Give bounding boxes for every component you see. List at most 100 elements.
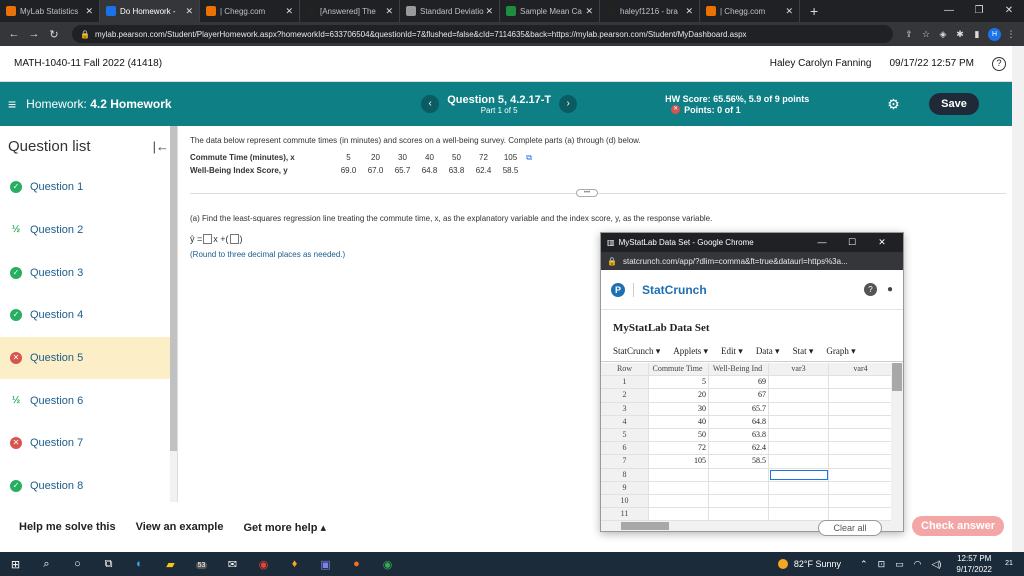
grid-cell[interactable] (829, 389, 893, 402)
help-icon[interactable]: ? (992, 56, 1006, 71)
statcrunch-menu-item[interactable]: Stat ▾ (793, 346, 814, 357)
browser-tab[interactable]: | Chegg.com ✕ (200, 0, 300, 22)
task-view-icon[interactable]: ⧉ (93, 558, 124, 571)
popup-close-icon[interactable]: ✕ (867, 237, 897, 248)
grid-cell[interactable]: 65.7 (709, 402, 769, 415)
grid-cell[interactable] (829, 481, 893, 494)
statcrunch-menu-item[interactable]: Data ▾ (756, 346, 780, 357)
file-explorer-icon[interactable]: ▰ (155, 558, 186, 571)
grid-cell[interactable] (829, 455, 893, 468)
clear-all-button[interactable]: Clear all (818, 520, 882, 536)
search-icon[interactable]: ⌕ (31, 558, 62, 571)
reload-icon[interactable]: ↻ (46, 28, 62, 41)
question-list-item[interactable]: ✕ Question 7 (0, 422, 177, 465)
grid-cell[interactable]: 30 (649, 402, 709, 415)
browser-tab[interactable]: [Answered] The ✕ (300, 0, 400, 22)
grid-cell[interactable] (649, 481, 709, 494)
save-button[interactable]: Save (929, 93, 979, 115)
grid-cell[interactable] (709, 481, 769, 494)
new-tab-button[interactable]: + (800, 0, 828, 22)
wifi-icon[interactable]: ◠ (914, 559, 922, 570)
chrome-icon[interactable]: ◉ (248, 558, 279, 571)
profile-avatar[interactable]: H (988, 27, 1001, 41)
grid-column-header[interactable]: Commute Time (649, 363, 709, 376)
grid-cell[interactable]: 63.8 (709, 428, 769, 442)
grid-cell[interactable] (769, 402, 829, 415)
collapse-panel-icon[interactable]: |← (153, 139, 169, 154)
popup-maximize-icon[interactable]: ☐ (837, 237, 867, 248)
grid-cell[interactable] (769, 442, 829, 455)
grid-cell[interactable] (829, 442, 893, 455)
popup-minimize-icon[interactable]: — (807, 237, 837, 248)
minimize-icon[interactable]: — (934, 0, 964, 22)
grid-cell[interactable]: 105 (649, 455, 709, 468)
store-icon[interactable]: 53 (186, 558, 217, 570)
grid-column-header[interactable]: var3 (769, 363, 829, 376)
grid-cell[interactable]: 62.4 (709, 442, 769, 455)
close-tab-icon[interactable]: ✕ (585, 6, 593, 17)
statcrunch-menu-item[interactable]: StatCrunch ▾ (613, 346, 660, 357)
kebab-menu-icon[interactable]: ⋮ (1004, 29, 1018, 40)
question-list-item[interactable]: ✓ Question 3 (0, 251, 177, 294)
view-example-link[interactable]: View an example (136, 521, 224, 533)
grid-cell[interactable]: 58.5 (709, 455, 769, 468)
grid-cell[interactable] (829, 468, 893, 481)
grid-cell[interactable]: 67 (709, 389, 769, 402)
browser-tab[interactable]: MyLab Statistics ✕ (0, 0, 100, 22)
hamburger-menu-icon[interactable]: ≡ (8, 96, 16, 112)
browser-tab[interactable]: | Chegg.com ✕ (700, 0, 800, 22)
close-tab-icon[interactable]: ✕ (85, 6, 93, 17)
grid-cell[interactable]: 50 (649, 428, 709, 442)
check-answer-button[interactable]: Check answer (912, 516, 1004, 536)
battery-icon[interactable]: ▭ (895, 559, 904, 570)
forward-icon[interactable]: → (26, 28, 42, 40)
expand-dots-button[interactable]: ••• (576, 189, 598, 197)
grid-cell[interactable]: 64.8 (709, 415, 769, 428)
chrome-active-icon[interactable]: ◉ (372, 558, 403, 571)
get-more-help-link[interactable]: Get more help ▴ (243, 521, 326, 534)
grid-cell[interactable] (769, 389, 829, 402)
app-orange-icon[interactable]: ● (341, 558, 372, 570)
puzzle-icon[interactable]: ✱ (953, 29, 967, 40)
grid-cell[interactable] (829, 428, 893, 442)
question-list-item[interactable]: ✓ Question 1 (0, 166, 177, 209)
grid-cell[interactable] (769, 455, 829, 468)
browser-tab[interactable]: haleyf1216 - bra ✕ (600, 0, 700, 22)
grid-column-header[interactable]: var4 (829, 363, 893, 376)
close-tab-icon[interactable]: ✕ (285, 6, 293, 17)
statcrunch-menu-item[interactable]: Applets ▾ (673, 346, 708, 357)
extension-icon[interactable]: ◈ (936, 29, 950, 40)
grid-cell[interactable] (649, 468, 709, 481)
grid-cell[interactable]: 40 (649, 415, 709, 428)
help-me-solve-link[interactable]: Help me solve this (19, 521, 116, 533)
grid-cell[interactable]: 20 (649, 389, 709, 402)
notification-icon[interactable]: 21 (1002, 557, 1016, 571)
grid-cell[interactable] (769, 428, 829, 442)
bookmark-star-icon[interactable]: ☆ (919, 29, 933, 40)
grid-column-header[interactable]: Row (601, 363, 649, 376)
prev-question-button[interactable]: ‹ (421, 95, 440, 113)
question-list-item[interactable]: ✓ Question 4 (0, 294, 177, 337)
grid-cell[interactable] (709, 468, 769, 481)
grid-cell[interactable] (769, 376, 829, 389)
statcrunch-menu-item[interactable]: Graph ▾ (826, 346, 855, 357)
close-tab-icon[interactable]: ✕ (685, 6, 693, 17)
app-icon[interactable]: ♦ (279, 558, 310, 570)
grid-cell[interactable] (769, 415, 829, 428)
question-list-item[interactable]: ½ Question 6 (0, 379, 177, 422)
browser-tab[interactable]: Do Homework - ✕ (100, 0, 200, 22)
windows-start-icon[interactable]: ⊞ (0, 558, 31, 571)
cortana-icon[interactable]: ○ (62, 558, 93, 570)
close-tab-icon[interactable]: ✕ (785, 6, 793, 17)
grid-column-header[interactable]: Well-Being Ind (709, 363, 769, 376)
browser-tab[interactable]: Sample Mean Ca ✕ (500, 0, 600, 22)
mail-icon[interactable]: ✉ (217, 558, 248, 571)
close-tab-icon[interactable]: ✕ (385, 6, 393, 17)
grid-cell[interactable]: 69 (709, 376, 769, 389)
page-scrollbar[interactable] (1012, 46, 1024, 552)
edge-icon[interactable]: ◐ (124, 558, 155, 570)
volume-icon[interactable]: ◁) (931, 559, 941, 570)
gear-icon[interactable]: ⚙ (887, 96, 903, 112)
browser-tab[interactable]: Standard Deviatio ✕ (400, 0, 500, 22)
close-window-icon[interactable]: ✕ (994, 0, 1024, 22)
